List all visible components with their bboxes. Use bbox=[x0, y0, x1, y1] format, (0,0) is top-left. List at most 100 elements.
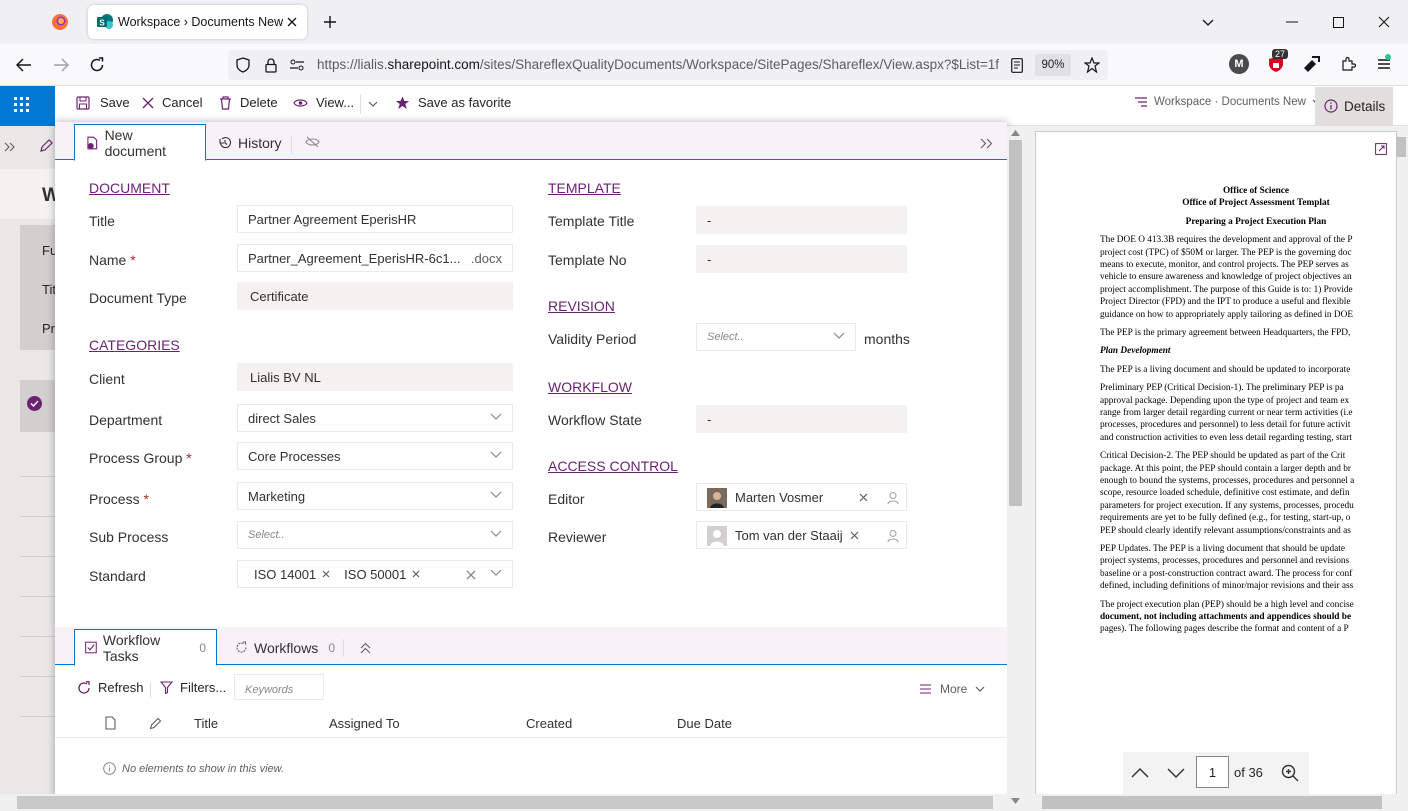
filters-label: Filters... bbox=[180, 680, 227, 695]
shield-icon[interactable] bbox=[234, 56, 252, 74]
editor-people-picker[interactable]: Marten Vosmer bbox=[696, 483, 907, 511]
remove-person-icon[interactable] bbox=[859, 493, 868, 502]
validity-period-dropdown[interactable]: Select.. bbox=[696, 323, 856, 351]
name-label-text: Name bbox=[89, 252, 127, 268]
preview-horizontal-scrollbar[interactable] bbox=[1024, 794, 1408, 811]
list-tabs-icon[interactable] bbox=[1198, 12, 1218, 32]
process-dropdown[interactable]: Marketing bbox=[237, 482, 513, 510]
close-window-icon[interactable] bbox=[1374, 12, 1394, 32]
save-label: Save bbox=[100, 95, 130, 110]
waffle-icon bbox=[14, 97, 29, 112]
view-button[interactable]: View... bbox=[293, 95, 354, 110]
name-field[interactable]: Partner_Agreement_EperisHR-6c1... .docx bbox=[237, 244, 513, 272]
process-group-dropdown[interactable]: Core Processes bbox=[237, 442, 513, 470]
more-button[interactable]: More bbox=[919, 682, 985, 696]
maximize-icon[interactable] bbox=[1328, 12, 1348, 32]
scroll-thumb[interactable] bbox=[1009, 140, 1022, 506]
tab-workflows[interactable]: Workflows 0 bbox=[225, 629, 345, 666]
delete-button[interactable]: Delete bbox=[219, 95, 278, 110]
edit-column-icon[interactable] bbox=[147, 715, 163, 731]
remove-chip-icon[interactable] bbox=[322, 570, 330, 578]
bookmark-star-icon[interactable] bbox=[1083, 56, 1101, 74]
url-path: /sites/ShareflexQualityDocuments/Workspa… bbox=[479, 57, 999, 72]
sub-process-dropdown[interactable]: Select.. bbox=[237, 521, 513, 549]
remove-chip-icon[interactable] bbox=[412, 570, 420, 578]
save-button[interactable]: Save bbox=[76, 95, 130, 110]
preview-line: processes, procedures and personnel) to … bbox=[1100, 420, 1351, 431]
firefox-icon[interactable] bbox=[50, 12, 70, 32]
column-header-title[interactable]: Title bbox=[194, 716, 218, 731]
previous-page-icon[interactable] bbox=[1129, 763, 1151, 783]
hidden-eye-icon[interactable] bbox=[303, 134, 321, 150]
column-header-due-date[interactable]: Due Date bbox=[677, 716, 732, 731]
bottom-scroll-thumb[interactable] bbox=[17, 796, 993, 809]
file-type-column-icon[interactable] bbox=[103, 715, 117, 731]
preview-line: Critical Decision-2. The PEP should be u… bbox=[1100, 451, 1346, 462]
filters-button[interactable]: Filters... bbox=[160, 680, 226, 695]
clear-icon[interactable] bbox=[466, 570, 476, 580]
expand-nav-icon[interactable] bbox=[2, 139, 18, 155]
person-search-icon[interactable] bbox=[887, 529, 901, 543]
bottom-scrollbar[interactable] bbox=[0, 794, 1007, 811]
preview-line: parameters for project execution. If any… bbox=[1100, 500, 1354, 511]
preview-line: vehicle to ensure awareness and knowledg… bbox=[1100, 272, 1352, 283]
extension-tool-icon[interactable] bbox=[1300, 53, 1322, 75]
back-icon[interactable] bbox=[14, 55, 34, 75]
profile-avatar[interactable]: M bbox=[1229, 54, 1249, 74]
column-header-assigned-to[interactable]: Assigned To bbox=[329, 716, 400, 731]
person-search-icon[interactable] bbox=[887, 491, 901, 505]
zoom-level[interactable]: 90% bbox=[1035, 54, 1071, 76]
workflow-section-header: WORKFLOW bbox=[548, 379, 632, 395]
app-launcher[interactable] bbox=[0, 86, 55, 126]
collapse-panel-icon[interactable] bbox=[977, 135, 995, 151]
edit-pencil-icon[interactable] bbox=[38, 138, 54, 154]
active-browser-tab[interactable]: S Workspace › Documents New bbox=[88, 5, 307, 39]
url-bar[interactable]: https://lialis.sharepoint.com/sites/Shar… bbox=[228, 50, 1108, 80]
preview-line: means to execute, monitor, and control p… bbox=[1100, 260, 1349, 270]
header-divider bbox=[55, 737, 1007, 738]
document-preview[interactable]: Office of Science Office of Project Asses… bbox=[1035, 131, 1397, 811]
url-text: https://lialis.sharepoint.com/sites/Shar… bbox=[317, 57, 1017, 72]
panel-scrollbar[interactable] bbox=[1007, 126, 1024, 811]
remove-person-icon[interactable] bbox=[850, 531, 859, 540]
panel-tab-strip: New document History bbox=[55, 122, 1007, 161]
breadcrumb-dropdown[interactable]: Workspace · Documents New bbox=[1134, 96, 1322, 108]
cancel-button[interactable]: Cancel bbox=[142, 95, 202, 110]
minimize-icon[interactable] bbox=[1282, 12, 1302, 32]
reviewer-people-picker[interactable]: Tom van der Staaij bbox=[696, 521, 907, 549]
process-group-value: Core Processes bbox=[248, 448, 341, 464]
details-button[interactable]: Details bbox=[1315, 87, 1393, 125]
open-external-icon[interactable] bbox=[1374, 142, 1388, 156]
zoom-in-icon[interactable] bbox=[1279, 762, 1301, 784]
view-dropdown-icon[interactable] bbox=[366, 97, 380, 111]
reload-icon[interactable] bbox=[87, 55, 107, 75]
new-tab-icon[interactable] bbox=[320, 12, 340, 32]
permissions-icon[interactable] bbox=[288, 56, 306, 74]
page-number-input[interactable]: 1 bbox=[1196, 756, 1229, 788]
tab-history[interactable]: History bbox=[208, 124, 292, 161]
close-tab-icon[interactable] bbox=[284, 14, 300, 30]
department-dropdown[interactable]: direct Sales bbox=[237, 404, 513, 432]
h-scroll-thumb[interactable] bbox=[1042, 796, 1382, 809]
save-as-favorite-button[interactable]: Save as favorite bbox=[395, 95, 511, 110]
scroll-down-arrow[interactable] bbox=[1011, 798, 1020, 804]
collapse-up-icon[interactable] bbox=[357, 640, 373, 656]
lock-icon[interactable] bbox=[262, 56, 280, 74]
app-menu-icon[interactable] bbox=[1373, 53, 1395, 75]
forward-icon[interactable] bbox=[51, 55, 71, 75]
preview-line: The DOE O 413.3B requires the developmen… bbox=[1100, 235, 1353, 246]
refresh-button[interactable]: Refresh bbox=[77, 680, 144, 695]
scroll-up-arrow[interactable] bbox=[1011, 130, 1020, 136]
next-page-icon[interactable] bbox=[1165, 763, 1187, 783]
editor-name: Marten Vosmer bbox=[735, 489, 824, 505]
standard-multiselect[interactable]: ISO 14001 ISO 50001 bbox=[237, 560, 513, 588]
extensions-puzzle-icon[interactable] bbox=[1337, 53, 1359, 75]
tab-new-document[interactable]: New document bbox=[74, 124, 206, 161]
keywords-input[interactable]: Keywords bbox=[234, 674, 324, 700]
tab-workflow-tasks[interactable]: Workflow Tasks 0 bbox=[74, 629, 217, 666]
reader-view-icon[interactable] bbox=[1008, 56, 1026, 74]
preview-line: defined, including definitions of minor/… bbox=[1100, 581, 1354, 592]
preview-scroll-thumb[interactable] bbox=[1396, 137, 1406, 157]
title-field[interactable]: Partner Agreement EperisHR bbox=[237, 205, 513, 233]
column-header-created[interactable]: Created bbox=[526, 716, 572, 731]
